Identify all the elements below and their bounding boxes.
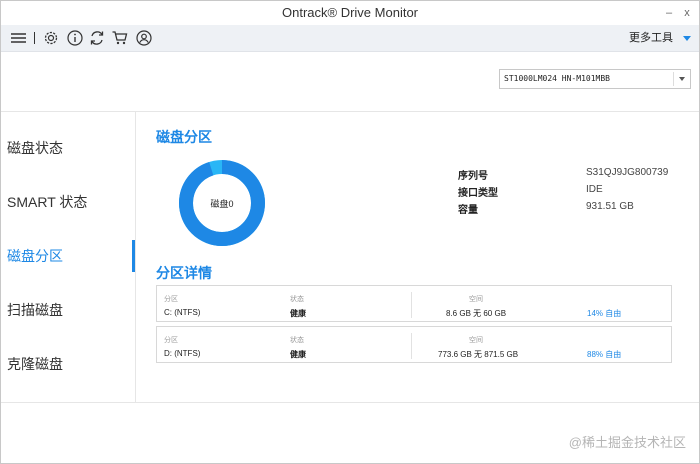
divider [1,402,699,403]
partition-name: C: (NTFS) [164,308,201,317]
sidebar-item-clone-disk[interactable]: 克隆磁盘 [7,354,63,374]
sidebar: 磁盘状态 SMART 状态 磁盘分区 扫描磁盘 克隆磁盘 [1,112,135,402]
user-icon[interactable] [135,29,153,47]
window-title: Ontrack® Drive Monitor [282,5,418,20]
partition-status: 健康 [290,309,306,318]
col-status-label: 状态 [290,296,304,303]
partition-space: 8.6 GB 无 60 GB [446,309,507,318]
col-partition-label: 分区 [164,337,178,344]
serial-label: 序列号 [458,171,488,182]
partition-status: 健康 [290,350,306,359]
interface-label: 接口类型 [458,188,498,199]
sidebar-item-disk-status[interactable]: 磁盘状态 [7,138,63,158]
gear-icon[interactable] [42,29,60,47]
donut-label: 磁盘0 [210,199,234,209]
partition-space: 773.6 GB 无 871.5 GB [438,350,519,359]
serial-value: S31QJ9JG800739 [586,167,669,178]
drive-select[interactable]: ST1000LM024 HN-M101MBB [499,69,691,89]
more-tools-menu[interactable]: 更多工具 [629,25,673,51]
partition-card[interactable]: 分区 D: (NTFS) 状态 健康 空间 773.6 GB 无 871.5 G… [156,326,672,363]
partition-card[interactable]: 分区 C: (NTFS) 状态 健康 空间 8.6 GB 无 60 GB 14%… [156,285,672,322]
app-window: Ontrack® Drive Monitor – x 更多工具 ST1000LM… [0,0,700,464]
toolbar-divider [34,32,35,44]
sidebar-item-disk-partition[interactable]: 磁盘分区 [7,246,63,266]
cart-icon[interactable] [111,29,129,47]
active-nav-indicator [132,240,135,272]
col-partition-label: 分区 [164,296,178,303]
minimize-button[interactable]: – [661,1,677,25]
details-section-title: 分区详情 [156,265,212,281]
partition-free: 14% 自由 [587,309,622,318]
chevron-down-icon[interactable] [679,77,685,81]
sidebar-divider [135,112,136,402]
chevron-down-icon[interactable] [683,36,691,41]
sidebar-item-scan-disk[interactable]: 扫描磁盘 [7,300,63,320]
partition-name: D: (NTFS) [164,349,201,358]
capacity-label: 容量 [458,205,478,216]
col-status-label: 状态 [290,337,304,344]
capacity-value: 931.51 GB [586,201,634,212]
title-bar: Ontrack® Drive Monitor [1,1,699,25]
partition-free: 88% 自由 [587,350,622,359]
menu-icon[interactable] [10,29,28,47]
partition-section-title: 磁盘分区 [156,129,212,145]
col-space-label: 空间 [469,337,483,344]
col-space-label: 空间 [469,296,483,303]
close-button[interactable]: x [679,1,695,25]
refresh-icon[interactable] [88,29,106,47]
info-icon[interactable] [66,29,84,47]
sidebar-item-smart-status[interactable]: SMART 状态 [7,192,87,212]
interface-value: IDE [586,184,603,195]
toolbar: 更多工具 [1,25,699,52]
drive-select-value: ST1000LM024 HN-M101MBB [504,74,610,83]
watermark: @稀土掘金技术社区 [568,435,686,450]
